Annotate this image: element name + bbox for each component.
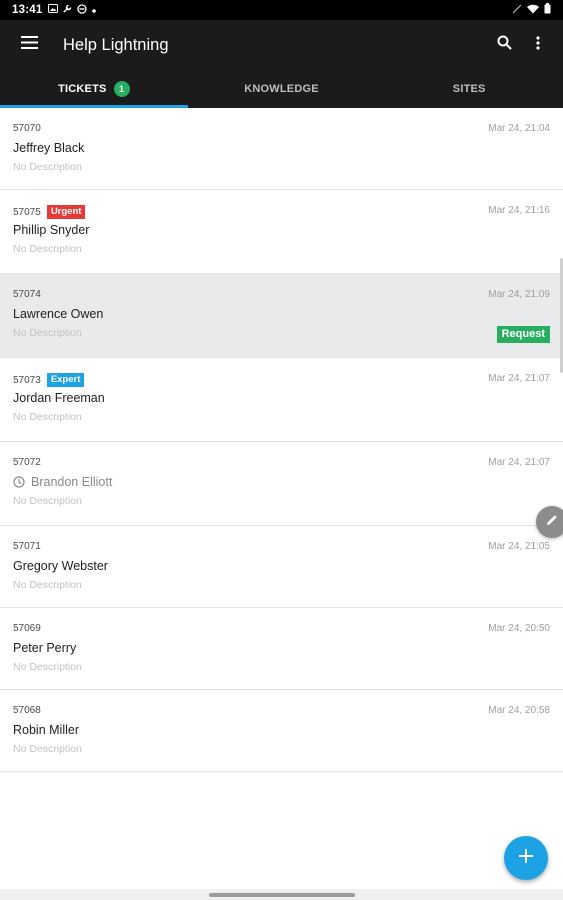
- menu-icon: [20, 36, 38, 54]
- ticket-id: 57072: [13, 457, 41, 468]
- app-title: Help Lightning: [63, 35, 169, 54]
- ticket-row[interactable]: 57075 Urgent Mar 24, 21:16 Phillip Snyde…: [0, 190, 563, 274]
- ticket-id-text: 57073: [13, 374, 41, 386]
- tab-knowledge[interactable]: KNOWLEDGE: [188, 70, 376, 108]
- tab-label: TICKETS: [58, 83, 107, 95]
- ticket-id-text: 57074: [13, 289, 41, 300]
- clock-icon: [13, 476, 25, 488]
- ticket-date: Mar 24, 21:16: [488, 205, 550, 216]
- ticket-description: No Description: [13, 579, 82, 591]
- dot-notification-icon: [92, 4, 97, 16]
- more-options-button[interactable]: [521, 20, 555, 70]
- ticket-description: No Description: [13, 743, 82, 755]
- app-bar: Help Lightning: [0, 20, 563, 70]
- menu-button[interactable]: [0, 20, 58, 70]
- ticket-date: Mar 24, 20:50: [488, 623, 550, 634]
- ticket-id: 57070: [13, 123, 41, 134]
- ticket-id-text: 57070: [13, 123, 41, 134]
- status-system-icons: [512, 3, 551, 17]
- more-vert-icon: [536, 35, 540, 55]
- ticket-description: No Description: [13, 661, 82, 673]
- dnd-notification-icon: [77, 3, 88, 17]
- add-ticket-button[interactable]: [504, 836, 548, 880]
- ticket-id: 57068: [13, 705, 41, 716]
- search-icon: [497, 35, 512, 55]
- tab-tickets[interactable]: TICKETS 1: [0, 70, 188, 108]
- status-notification-icons: [48, 3, 97, 17]
- expert-badge: Expert: [46, 373, 85, 387]
- ticket-id-text: 57069: [13, 623, 41, 634]
- ticket-name: Robin Miller: [13, 723, 79, 737]
- ticket-row-selected[interactable]: 57074 Mar 24, 21:09 Lawrence Owen No Des…: [0, 274, 563, 358]
- ticket-date: Mar 24, 21:04: [488, 123, 550, 134]
- ticket-date: Mar 24, 21:07: [488, 457, 550, 468]
- home-gesture-handle[interactable]: [209, 893, 355, 897]
- ticket-description: No Description: [13, 411, 82, 423]
- ticket-name: Phillip Snyder: [13, 223, 90, 237]
- ticket-description: No Description: [13, 243, 82, 255]
- ticket-id: 57074: [13, 289, 41, 300]
- status-time: 13:41: [12, 4, 43, 16]
- ticket-description: No Description: [13, 327, 82, 339]
- ticket-name: Lawrence Owen: [13, 307, 104, 321]
- tab-bar: TICKETS 1 KNOWLEDGE SITES: [0, 70, 563, 108]
- signal-off-icon: [512, 4, 522, 17]
- ticket-list: 57070 Mar 24, 21:04 Jeffrey Black No Des…: [0, 108, 563, 772]
- system-navigation-bar: [0, 889, 563, 900]
- ticket-row[interactable]: 57073 Expert Mar 24, 21:07 Jordan Freema…: [0, 358, 563, 442]
- ticket-row[interactable]: 57071 Mar 24, 21:05 Gregory Webster No D…: [0, 526, 563, 608]
- wrench-notification-icon: [63, 4, 72, 16]
- ticket-name-text: Brandon Elliott: [31, 475, 113, 489]
- tab-label: KNOWLEDGE: [244, 83, 319, 95]
- ticket-id-text: 57068: [13, 705, 41, 716]
- ticket-date: Mar 24, 20:58: [488, 705, 550, 716]
- ticket-row[interactable]: 57070 Mar 24, 21:04 Jeffrey Black No Des…: [0, 108, 563, 190]
- ticket-id: 57075 Urgent: [13, 205, 86, 219]
- ticket-date: Mar 24, 21:09: [488, 289, 550, 300]
- ticket-name: Peter Perry: [13, 641, 77, 655]
- ticket-name: Brandon Elliott: [13, 475, 112, 489]
- app-bar-actions: [487, 20, 563, 70]
- wifi-icon: [527, 4, 539, 17]
- tab-label: SITES: [452, 83, 486, 95]
- tickets-count-badge: 1: [113, 81, 130, 97]
- tab-sites[interactable]: SITES: [375, 70, 563, 108]
- ticket-name: Jeffrey Black: [13, 141, 85, 155]
- ticket-id: 57071: [13, 541, 41, 552]
- ticket-row[interactable]: 57069 Mar 24, 20:50 Peter Perry No Descr…: [0, 608, 563, 690]
- ticket-row[interactable]: 57068 Mar 24, 20:58 Robin Miller No Desc…: [0, 690, 563, 772]
- image-notification-icon: [48, 4, 59, 16]
- ticket-name: Jordan Freeman: [13, 391, 105, 405]
- ticket-description: No Description: [13, 495, 82, 507]
- ticket-date: Mar 24, 21:07: [488, 373, 550, 384]
- edit-button[interactable]: [536, 506, 563, 538]
- ticket-row[interactable]: 57072 Mar 24, 21:07 Brandon Elliott No D…: [0, 442, 563, 526]
- ticket-name: Gregory Webster: [13, 559, 108, 573]
- ticket-id-text: 57072: [13, 457, 41, 468]
- ticket-id: 57073 Expert: [13, 373, 85, 387]
- ticket-id: 57069: [13, 623, 41, 634]
- urgent-badge: Urgent: [46, 205, 86, 219]
- status-bar: 13:41: [0, 0, 563, 20]
- ticket-description: No Description: [13, 161, 82, 173]
- ticket-date: Mar 24, 21:05: [488, 541, 550, 552]
- ticket-id-text: 57075: [13, 206, 41, 218]
- battery-icon: [544, 3, 551, 17]
- plus-icon: [519, 848, 533, 868]
- ticket-id-text: 57071: [13, 541, 41, 552]
- request-status-badge: Request: [496, 326, 550, 343]
- search-button[interactable]: [487, 20, 521, 70]
- pencil-icon: [545, 513, 559, 532]
